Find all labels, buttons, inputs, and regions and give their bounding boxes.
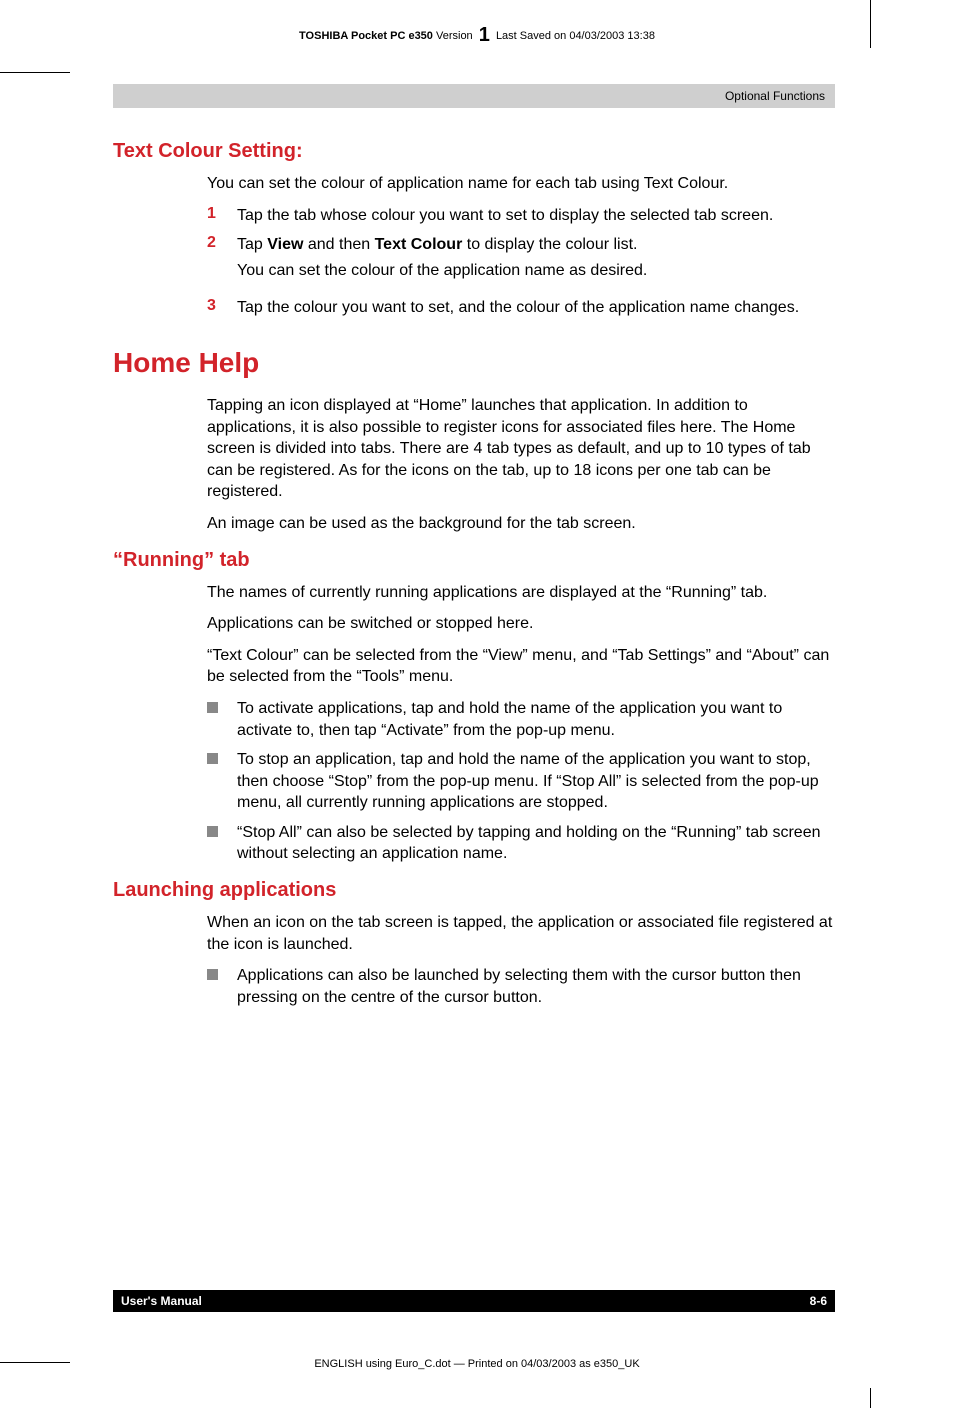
heading-running-tab: “Running” tab	[113, 549, 835, 572]
text: Tap	[237, 236, 267, 253]
paragraph: “Text Colour” can be selected from the “…	[207, 645, 835, 688]
heading-text-colour-setting: Text Colour Setting:	[113, 140, 835, 163]
product-name: TOSHIBA Pocket PC e350	[299, 30, 433, 42]
footer-bar: User's Manual 8-6	[113, 1290, 835, 1312]
list-item: 1 Tap the tab whose colour you want to s…	[207, 205, 835, 227]
crop-mark	[0, 72, 70, 73]
step-text: Tap the tab whose colour you want to set…	[237, 205, 773, 227]
square-bullet-icon	[207, 822, 237, 865]
bold-text: Text Colour	[375, 236, 463, 253]
paragraph: Tapping an icon displayed at “Home” laun…	[207, 395, 835, 503]
bullet-text: To stop an application, tap and hold the…	[237, 749, 835, 814]
paragraph: When an icon on the tab screen is tapped…	[207, 912, 835, 955]
heading-home-help: Home Help	[113, 347, 835, 379]
paragraph: An image can be used as the background f…	[207, 513, 835, 535]
page-header: TOSHIBA Pocket PC e350 Version 1 Last Sa…	[0, 24, 954, 47]
section-header-text: Optional Functions	[725, 89, 825, 103]
bullet-text: To activate applications, tap and hold t…	[237, 698, 835, 741]
bullet-list: Applications can also be launched by sel…	[207, 965, 835, 1008]
text: and then	[303, 236, 374, 253]
list-item: 2 Tap View and then Text Colour to displ…	[207, 234, 835, 289]
bullet-text: Applications can also be launched by sel…	[237, 965, 835, 1008]
paragraph: The names of currently running applicati…	[207, 582, 835, 604]
saved-timestamp: Last Saved on 04/03/2003 13:38	[496, 30, 655, 42]
step-text: Tap the colour you want to set, and the …	[237, 297, 799, 319]
list-item: 3 Tap the colour you want to set, and th…	[207, 297, 835, 319]
paragraph: Applications can be switched or stopped …	[207, 613, 835, 635]
ordered-list: 1 Tap the tab whose colour you want to s…	[207, 205, 835, 319]
list-item: “Stop All” can also be selected by tappi…	[207, 822, 835, 865]
list-item: To activate applications, tap and hold t…	[207, 698, 835, 741]
bold-text: View	[267, 236, 303, 253]
section-header-bar: Optional Functions	[113, 84, 835, 108]
list-item: Applications can also be launched by sel…	[207, 965, 835, 1008]
step-text: Tap View and then Text Colour to display…	[237, 234, 647, 289]
bullet-list: To activate applications, tap and hold t…	[207, 698, 835, 865]
square-bullet-icon	[207, 749, 237, 814]
version-number: 1	[476, 24, 493, 46]
step-number: 1	[207, 205, 237, 227]
crop-mark	[870, 1388, 871, 1408]
step-number: 3	[207, 297, 237, 319]
footer-left: User's Manual	[121, 1294, 202, 1308]
text: to display the colour list.	[462, 236, 637, 253]
footer-page-number: 8-6	[810, 1294, 827, 1308]
square-bullet-icon	[207, 965, 237, 1008]
list-item: To stop an application, tap and hold the…	[207, 749, 835, 814]
content-area: Text Colour Setting: You can set the col…	[113, 140, 835, 1016]
print-info: ENGLISH using Euro_C.dot — Printed on 04…	[0, 1358, 954, 1370]
page: TOSHIBA Pocket PC e350 Version 1 Last Sa…	[0, 0, 954, 1408]
bullet-text: “Stop All” can also be selected by tappi…	[237, 822, 835, 865]
step-number: 2	[207, 234, 237, 289]
step-subtext: You can set the colour of the applicatio…	[237, 260, 647, 282]
version-label: Version	[436, 30, 473, 42]
heading-launching-applications: Launching applications	[113, 879, 835, 902]
square-bullet-icon	[207, 698, 237, 741]
paragraph: You can set the colour of application na…	[207, 173, 835, 195]
